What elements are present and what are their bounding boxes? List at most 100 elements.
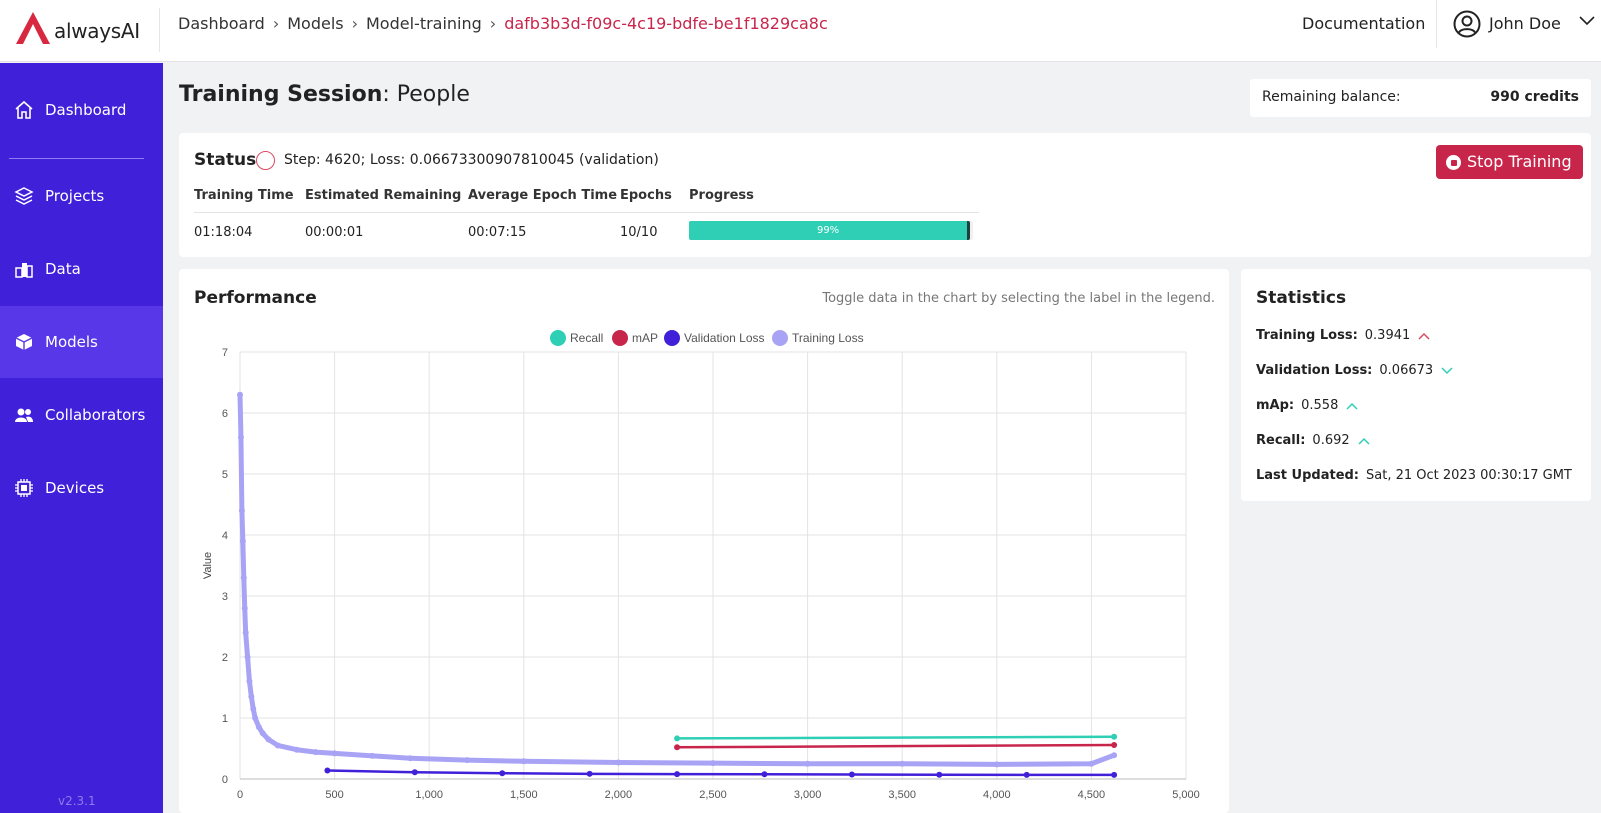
column-header: Average Epoch Time (468, 188, 620, 213)
data-point (239, 538, 246, 545)
data-point (586, 770, 593, 777)
data-point (237, 434, 244, 441)
y-tick-label: 2 (222, 652, 228, 664)
x-tick-label: 2,500 (699, 789, 727, 801)
data-point (242, 629, 249, 636)
breadcrumb-models[interactable]: Models (287, 14, 343, 33)
stat-value: 0.692 (1312, 433, 1350, 448)
legend-item-recall[interactable]: Recall (550, 330, 603, 346)
x-tick-label: 1,500 (510, 789, 538, 801)
epochs-column: Epochs 10/10 (620, 188, 689, 240)
sidebar-item-dashboard[interactable]: Dashboard (0, 74, 163, 146)
data-point (674, 735, 681, 742)
breadcrumb-model-training[interactable]: Model-training (366, 14, 482, 33)
column-header: Progress (689, 188, 979, 213)
sidebar-item-label: Projects (45, 187, 105, 205)
documentation-link[interactable]: Documentation (1302, 14, 1425, 33)
stat-last-updated: Last Updated: Sat, 21 Oct 2023 00:30:17 … (1256, 468, 1572, 483)
performance-hint: Toggle data in the chart by selecting th… (822, 291, 1215, 306)
average-epoch-time-value: 00:07:15 (468, 225, 527, 240)
y-tick-label: 4 (222, 530, 228, 542)
stat-label: Recall: (1256, 433, 1306, 448)
sidebar-item-models[interactable]: Models (0, 306, 163, 378)
data-point (248, 693, 255, 700)
status-title: Status (194, 150, 257, 170)
sidebar-item-devices[interactable]: Devices (0, 452, 163, 524)
x-tick-label: 500 (325, 789, 343, 801)
column-header: Epochs (620, 188, 689, 213)
app-version: v2.3.1 (58, 794, 96, 808)
sidebar-item-projects[interactable]: Projects (0, 160, 163, 232)
stat-label: Training Loss: (1256, 328, 1358, 343)
stat-label: Validation Loss: (1256, 363, 1373, 378)
sidebar: Dashboard Projects Data Models Collabora… (0, 63, 163, 813)
page-title: Training Session: People (179, 82, 470, 107)
chevron-right-icon: › (272, 14, 280, 33)
sidebar-divider (9, 158, 144, 159)
data-point (1111, 752, 1118, 759)
legend-item-map[interactable]: mAP (612, 330, 658, 346)
column-header: Training Time (194, 188, 306, 213)
progress-fill: 99% (689, 221, 971, 240)
data-point (240, 574, 247, 581)
legend-item-training-loss[interactable]: Training Loss (772, 330, 864, 346)
data-point (244, 654, 251, 660)
status-card: Status Step: 4620; Loss: 0.0667330090781… (179, 133, 1591, 257)
legend-label: Recall (570, 331, 603, 345)
stat-map: mAp: 0.558 (1256, 398, 1358, 413)
training-time-column: Training Time 01:18:04 (194, 188, 306, 240)
series-line-training-loss (237, 392, 1117, 767)
legend-swatch (772, 330, 788, 346)
data-point (255, 724, 262, 731)
epochs-value: 10/10 (620, 225, 658, 240)
brand-logo[interactable]: alwaysAI (14, 8, 160, 52)
breadcrumb-session-id: dafb3b3d-f09c-4c19-bdfe-be1f1829ca8c (504, 14, 828, 33)
page-title-bold: Training Session (179, 82, 383, 107)
performance-chart: 0 500 1,000 1,500 2,000 2,500 3,000 3,500 4,000 4… (202, 330, 1200, 801)
cube-icon (15, 334, 33, 350)
x-tick-label: 4,000 (983, 789, 1011, 801)
data-point (265, 736, 272, 743)
sidebar-item-label: Dashboard (45, 101, 127, 119)
x-tick-label: 3,000 (794, 789, 822, 801)
sidebar-item-label: Data (45, 260, 81, 278)
home-icon (15, 100, 33, 119)
data-point (324, 767, 331, 774)
chip-icon (15, 479, 33, 497)
data-point (674, 744, 681, 751)
data-point (761, 771, 768, 778)
y-tick-label: 1 (222, 713, 228, 725)
top-bar: alwaysAI Dashboard › Models › Model-trai… (0, 0, 1601, 62)
chevron-down-icon (1441, 366, 1453, 374)
chevron-right-icon: › (351, 14, 358, 33)
data-point (674, 771, 681, 778)
user-menu[interactable]: John Doe (1436, 0, 1601, 48)
x-tick-label: 3,500 (888, 789, 916, 801)
data-point (246, 678, 253, 685)
data-point (899, 760, 906, 767)
data-point (241, 605, 248, 612)
data-point (1023, 771, 1030, 778)
chevron-right-icon: › (489, 14, 497, 33)
stop-training-button[interactable]: Stop Training (1436, 145, 1583, 179)
x-tick-label: 2,000 (605, 789, 633, 801)
progress-column: Progress 99% (689, 188, 979, 240)
data-point (848, 771, 855, 778)
training-time-value: 01:18:04 (194, 225, 253, 240)
data-point (936, 771, 943, 778)
estimated-remaining-value: 00:00:01 (305, 225, 364, 240)
legend-item-validation-loss[interactable]: Validation Loss (664, 330, 765, 346)
statistics-title: Statistics (1256, 288, 1347, 308)
data-point (1111, 733, 1118, 740)
sidebar-item-data[interactable]: Data (0, 233, 163, 305)
page-title-rest: : People (382, 82, 470, 107)
alwaysai-logo-icon (16, 12, 50, 44)
brand-name: alwaysAI (54, 19, 140, 43)
performance-card: Performance Toggle data in the chart by … (179, 269, 1229, 813)
balance-value: 990 credits (1490, 89, 1579, 105)
stat-recall: Recall: 0.692 (1256, 433, 1370, 448)
breadcrumb-dashboard[interactable]: Dashboard (178, 14, 265, 33)
sidebar-item-collaborators[interactable]: Collaborators (0, 379, 163, 451)
y-tick-label: 0 (222, 774, 228, 786)
status-indicator-icon (256, 151, 275, 170)
